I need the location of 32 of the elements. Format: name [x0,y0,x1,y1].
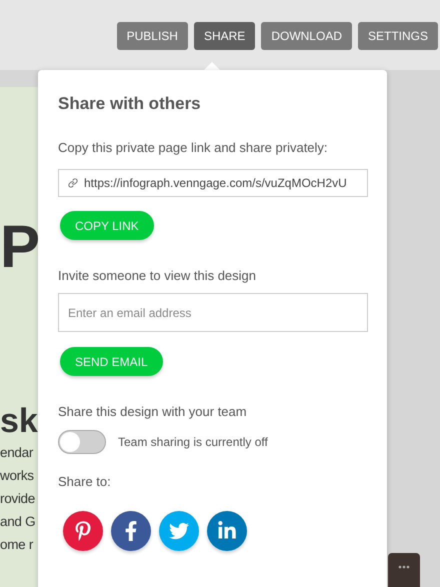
invite-label: Invite someone to view this design [58,268,257,283]
linkedin-logo-icon [217,521,237,541]
share-to-label: Share to: [58,474,112,489]
link-field[interactable]: https://infograph.venngage.com/s/vuZqMOcH2vU [58,169,368,197]
canvas-headline: P [0,212,36,282]
popover-title: Share with others [58,94,202,114]
twitter-logo-icon [169,521,189,541]
email-field[interactable]: Enter an email address [58,293,368,332]
copy-link-button[interactable]: COPY LINK [60,211,154,240]
send-email-button[interactable]: SEND EMAIL [60,347,163,376]
pinterest-logo-icon [73,521,93,541]
canvas-text: endar [0,444,34,462]
toolbar-button[interactable]: SHARE [194,22,256,50]
canvas-subheading: ski [0,401,40,441]
link-label: Copy this private page link and share privately: [58,140,329,155]
toolbar-button[interactable]: SETTINGS [358,22,438,50]
linkedin-share-button[interactable] [207,511,247,551]
canvas-text: works [0,467,35,485]
team-sharing-toggle[interactable] [58,430,106,454]
canvas-text: and G [0,513,36,531]
toolbar-button[interactable]: DOWNLOAD [261,22,352,50]
team-label: Share this design with your team [58,404,248,419]
link-icon [68,178,78,188]
canvas-text: rovide [0,490,36,508]
pinterest-share-button[interactable] [63,511,103,551]
toolbar-button[interactable]: PUBLISH [116,22,188,50]
more-icon [398,565,410,569]
facebook-share-button[interactable] [111,511,151,551]
toggle-status-text: Team sharing is currently off [118,435,268,449]
more-options-button[interactable] [388,553,420,587]
canvas-text: ome r [0,536,34,554]
twitter-share-button[interactable] [159,511,199,551]
